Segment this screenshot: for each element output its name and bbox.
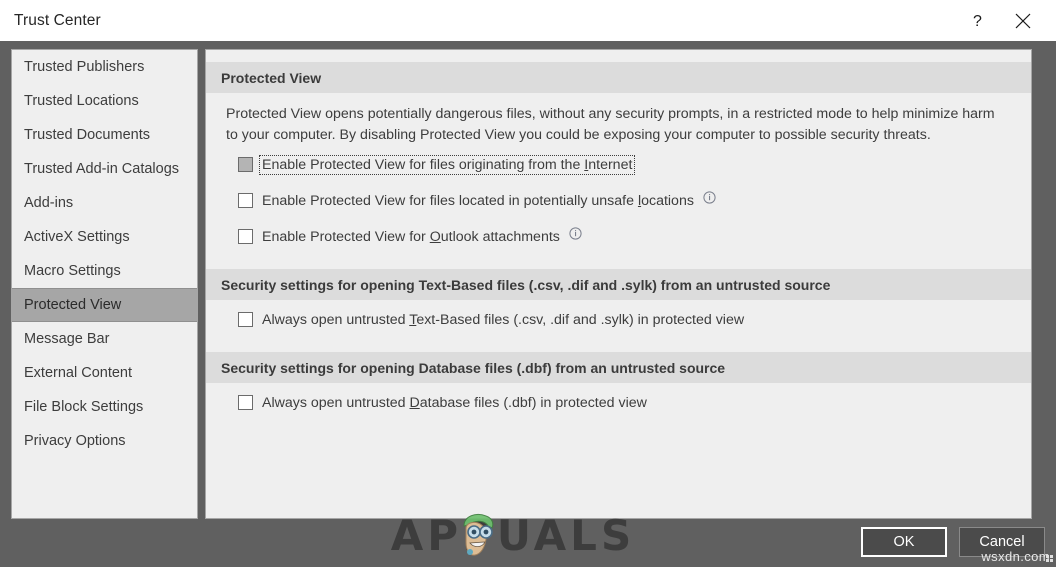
protected-view-checkbox-list: Enable Protected View for files originat…: [206, 145, 1031, 250]
sidebar-item-macro-settings[interactable]: Macro Settings: [12, 254, 197, 288]
svg-text:?: ?: [973, 13, 982, 30]
protected-view-description: Protected View opens potentially dangero…: [226, 106, 995, 143]
sidebar-item-add-ins[interactable]: Add-ins: [12, 186, 197, 220]
text-based-checkbox-list: Always open untrusted Text-Based files (…: [206, 300, 1031, 333]
checkbox-label[interactable]: Enable Protected View for files originat…: [258, 154, 636, 175]
section-header-database-files: Security settings for opening Database f…: [206, 352, 1031, 383]
window-title: Trust Center: [14, 11, 101, 29]
sidebar-item-label: Privacy Options: [24, 433, 126, 449]
sidebar-item-message-bar[interactable]: Message Bar: [12, 322, 197, 356]
checkbox-label[interactable]: Enable Protected View for files located …: [260, 192, 696, 210]
checkbox-label[interactable]: Always open untrusted Database files (.d…: [260, 394, 649, 412]
info-icon[interactable]: [703, 191, 716, 204]
checkbox-row[interactable]: Always open untrusted Database files (.d…: [206, 389, 1031, 416]
close-icon[interactable]: [1000, 0, 1046, 41]
sidebar-item-trusted-add-in-catalogs[interactable]: Trusted Add-in Catalogs: [12, 152, 197, 186]
trust-center-dialog: Trust Center ? Trusted Publishers Trusted…: [0, 0, 1056, 567]
sidebar-item-activex-settings[interactable]: ActiveX Settings: [12, 220, 197, 254]
checkbox-row[interactable]: Enable Protected View for files located …: [206, 187, 1031, 214]
sidebar-item-label: Trusted Locations: [24, 93, 139, 109]
sidebar-item-label: Protected View: [24, 297, 122, 313]
protected-view-checkbox-1[interactable]: [238, 193, 253, 208]
text-based-checkbox-0[interactable]: [238, 312, 253, 327]
checkbox-label[interactable]: Enable Protected View for Outlook attach…: [260, 228, 562, 246]
checkbox-row[interactable]: Always open untrusted Text-Based files (…: [206, 306, 1031, 333]
sidebar-item-external-content[interactable]: External Content: [12, 356, 197, 390]
checkbox-label[interactable]: Always open untrusted Text-Based files (…: [260, 311, 746, 329]
sidebar-item-trusted-locations[interactable]: Trusted Locations: [12, 84, 197, 118]
sidebar-item-label: External Content: [24, 365, 133, 381]
sidebar-item-label: Message Bar: [24, 331, 110, 347]
sidebar-item-label: File Block Settings: [24, 399, 144, 415]
sidebar-item-file-block-settings[interactable]: File Block Settings: [12, 390, 197, 424]
protected-view-checkbox-0[interactable]: [238, 157, 253, 172]
sidebar-item-label: Trusted Add-in Catalogs: [24, 161, 180, 177]
help-icon[interactable]: ?: [954, 0, 1000, 41]
sidebar-item-label: Trusted Publishers: [24, 59, 145, 75]
category-sidebar: Trusted Publishers Trusted Locations Trust…: [11, 49, 198, 519]
sidebar-item-protected-view[interactable]: Protected View: [12, 288, 197, 322]
cancel-button[interactable]: Cancel: [959, 527, 1045, 557]
ok-button[interactable]: OK: [861, 527, 947, 557]
sidebar-item-label: Macro Settings: [24, 263, 121, 279]
dialog-footer: OK Cancel: [0, 527, 1056, 567]
dialog-body: Trusted Publishers Trusted Locations Trust…: [0, 41, 1056, 567]
protected-view-checkbox-2[interactable]: [238, 229, 253, 244]
sidebar-item-privacy-options[interactable]: Privacy Options: [12, 424, 197, 458]
checkbox-row[interactable]: Enable Protected View for Outlook attach…: [206, 223, 1031, 250]
settings-content-panel: Protected View Protected View opens pote…: [205, 49, 1032, 519]
database-checkbox-0[interactable]: [238, 395, 253, 410]
database-checkbox-list: Always open untrusted Database files (.d…: [206, 383, 1031, 416]
sidebar-item-trusted-documents[interactable]: Trusted Documents: [12, 118, 197, 152]
sidebar-item-label: Add-ins: [24, 195, 74, 211]
info-icon[interactable]: [569, 227, 582, 240]
title-bar: Trust Center ?: [0, 0, 1056, 41]
section-header-text-based-files: Security settings for opening Text-Based…: [206, 269, 1031, 300]
sidebar-item-label: ActiveX Settings: [24, 229, 130, 245]
sidebar-item-label: Trusted Documents: [24, 127, 150, 143]
checkbox-row[interactable]: Enable Protected View for files originat…: [206, 151, 1031, 178]
sidebar-item-trusted-publishers[interactable]: Trusted Publishers: [12, 50, 197, 84]
section-header-protected-view: Protected View: [206, 62, 1031, 93]
